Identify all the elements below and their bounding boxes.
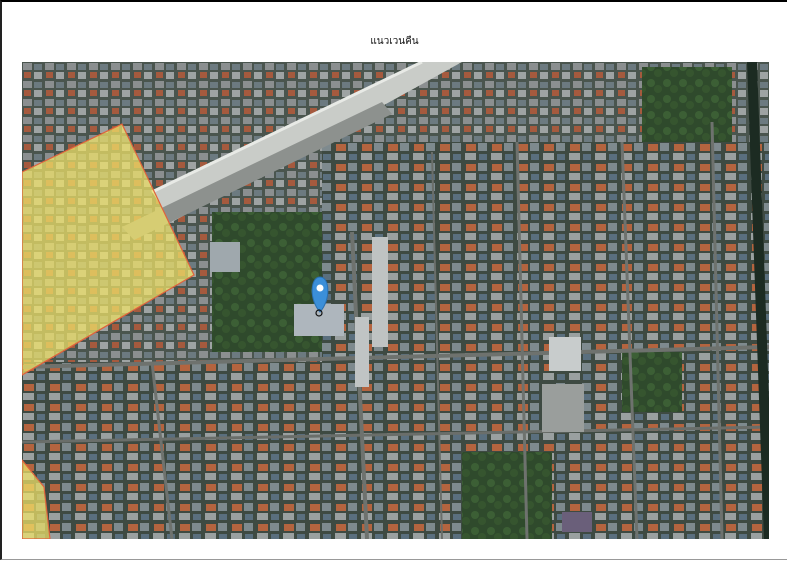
map-title: แนวเวนคืน: [370, 36, 419, 47]
satellite-map: [22, 62, 769, 539]
map-canvas: [22, 62, 769, 539]
